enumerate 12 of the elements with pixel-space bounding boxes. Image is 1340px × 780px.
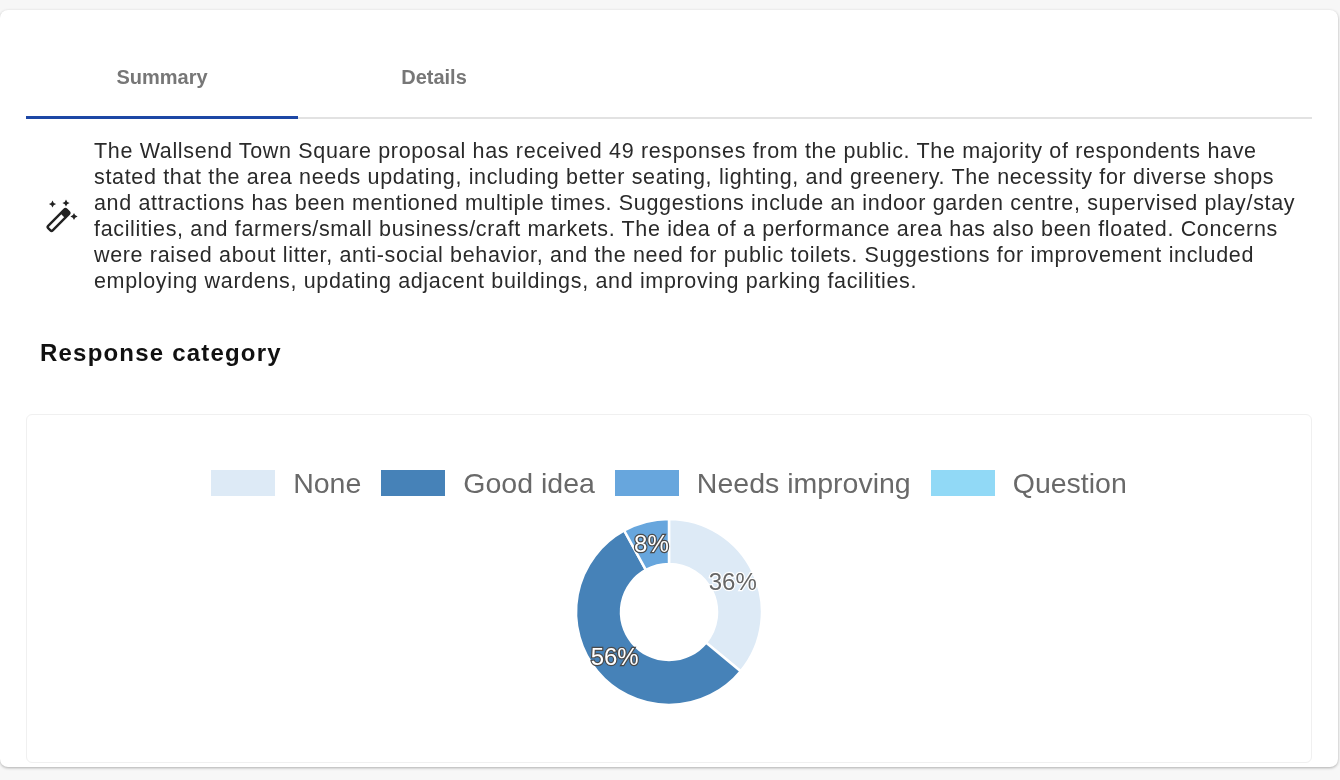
section-heading: Response category [40, 338, 283, 368]
legend-label: None [293, 466, 362, 500]
slice-percent-label: 8% [634, 530, 669, 558]
tab[interactable]: Details [298, 38, 570, 119]
legend-label: Needs improving [696, 466, 911, 500]
slice-percent-label: 36% [708, 568, 757, 596]
legend-label: Good idea [463, 466, 595, 500]
slice-percent-label: 56% [590, 643, 639, 671]
ai-summary-text: The Wallsend Town Square proposal has received 49 responses from the public. The majority of respondents have stated that the area needs updating, including better seating, lighting, and greenery. The necessity for diverse shops and attractions has been mentioned multiple times. Suggestions include an indoor garden centre, supervised play/stay facilities, and farmers/small business/craft markets. The idea of a performance area has also been floated. Concerns were raised about litter, anti-social behavior, and the need for public toilets. Suggestions for improvement included employing wardens, updating adjacent buildings, and improving parking facilities. [94, 138, 1297, 294]
legend-label: Question [1012, 466, 1127, 500]
magic-wand-icon [44, 199, 78, 233]
tab[interactable]: Summary [26, 38, 298, 119]
